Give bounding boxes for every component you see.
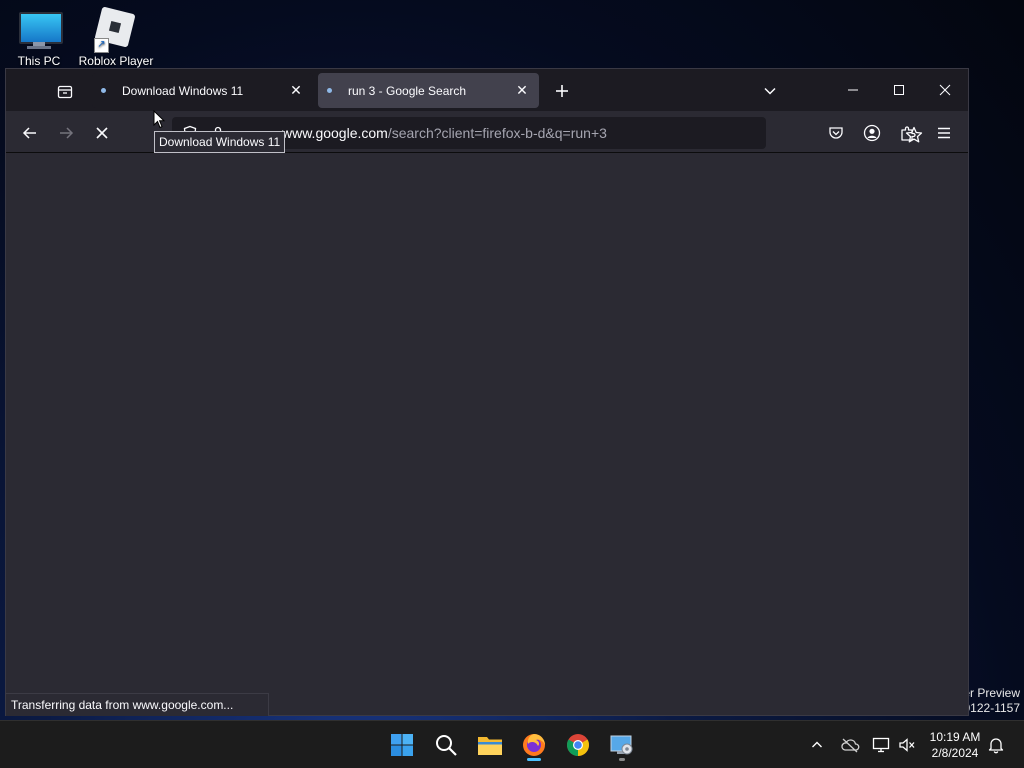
minimize-button[interactable] [833, 75, 873, 105]
cloud-offline-icon [841, 738, 860, 753]
tab-close-icon[interactable]: ✕ [287, 82, 305, 100]
extensions-button[interactable] [894, 119, 922, 147]
page-content-area[interactable] [6, 153, 968, 715]
puzzle-icon [901, 126, 916, 141]
tab-strip: Download Windows 11 ✕ run 3 - Google Sea… [6, 69, 968, 111]
chevron-down-icon [764, 87, 776, 95]
folder-icon [478, 737, 502, 755]
watermark-line: 0122-1157 [963, 701, 1021, 715]
bell-icon [988, 738, 1004, 754]
network-tray-button[interactable] [869, 733, 893, 757]
arrow-right-icon [60, 127, 74, 139]
maximize-button[interactable] [879, 75, 919, 105]
tab-close-icon[interactable]: ✕ [513, 82, 531, 100]
plus-icon [556, 85, 568, 97]
running-app-indicator [619, 758, 625, 761]
tab-title: run 3 - Google Search [348, 83, 467, 98]
tab-tooltip: Download Windows 11 [154, 131, 286, 153]
url-text: www.google.com/search?client=firefox-b-d… [282, 125, 607, 141]
search-icon [436, 735, 457, 756]
file-explorer-button[interactable] [473, 728, 507, 762]
close-window-button[interactable] [925, 75, 965, 105]
chrome-icon [567, 734, 589, 756]
minimize-icon [848, 89, 858, 91]
desktop-icon-label: This PC [17, 54, 61, 68]
control-panel-icon [610, 735, 633, 755]
chrome-taskbar-button[interactable] [561, 728, 595, 762]
browser-window: Download Windows 11 ✕ run 3 - Google Sea… [5, 68, 969, 716]
status-panel: Transferring data from www.google.com... [5, 693, 269, 716]
stop-loading-button[interactable] [87, 118, 117, 148]
start-button[interactable] [385, 728, 419, 762]
url-path: /search?client=firefox-b-d&q=run+3 [387, 125, 607, 141]
taskbar-clock[interactable]: 10:19 AM 2/8/2024 [921, 729, 989, 761]
arrow-left-icon [22, 127, 36, 139]
tab-download-windows-11[interactable]: Download Windows 11 ✕ [92, 73, 313, 108]
app-menu-button[interactable] [930, 119, 958, 147]
tab-loading-dot-icon [327, 88, 332, 93]
show-hidden-icons-button[interactable] [805, 733, 829, 757]
firefox-view-icon [57, 85, 73, 99]
tab-loading-dot-icon [101, 88, 106, 93]
mouse-pointer-icon [153, 109, 166, 134]
clock-time: 10:19 AM [929, 730, 981, 744]
tab-run-3-google-search[interactable]: run 3 - Google Search ✕ [318, 73, 539, 108]
onedrive-tray-button[interactable] [838, 733, 862, 757]
pocket-icon [829, 127, 843, 139]
new-tab-button[interactable] [550, 79, 574, 103]
account-button[interactable] [858, 119, 886, 147]
desktop-icon-this-pc[interactable]: This PC [1, 8, 77, 68]
taskbar: 10:19 AM 2/8/2024 [0, 720, 1024, 768]
monitor-icon [17, 8, 63, 52]
clock-date: 2/8/2024 [931, 746, 979, 760]
control-panel-taskbar-button[interactable] [605, 728, 639, 762]
back-button[interactable] [15, 118, 45, 148]
list-all-tabs-button[interactable] [758, 79, 782, 103]
chevron-up-icon [812, 741, 822, 748]
volume-muted-icon [899, 738, 915, 752]
search-button[interactable] [429, 728, 463, 762]
watermark-line: er Preview [963, 686, 1020, 700]
forward-button[interactable] [51, 118, 81, 148]
tab-title: Download Windows 11 [122, 83, 244, 98]
firefox-taskbar-button[interactable] [517, 728, 551, 762]
firefox-view-button[interactable] [54, 81, 76, 103]
close-icon [939, 84, 951, 96]
desktop-icon-label: Roblox Player [78, 54, 154, 68]
firefox-icon [523, 734, 545, 756]
desktop-icon-roblox-player[interactable]: ↗ Roblox Player [78, 6, 154, 68]
network-icon [872, 737, 890, 753]
shortcut-arrow-icon: ↗ [94, 38, 109, 53]
active-app-indicator [527, 758, 541, 761]
navigation-toolbar: www.google.com/search?client=firefox-b-d… [6, 111, 968, 153]
hamburger-menu-icon [938, 127, 950, 139]
url-domain: www.google.com [282, 125, 388, 141]
volume-tray-button[interactable] [895, 733, 919, 757]
account-icon [863, 124, 881, 142]
stop-x-icon [96, 127, 108, 139]
notifications-button[interactable] [984, 733, 1008, 757]
windows-watermark: er Preview 0122-1157 [963, 686, 1020, 716]
roblox-icon: ↗ [94, 6, 138, 53]
maximize-icon [894, 85, 904, 95]
windows-logo-icon [391, 734, 413, 756]
pocket-button[interactable] [822, 119, 850, 147]
